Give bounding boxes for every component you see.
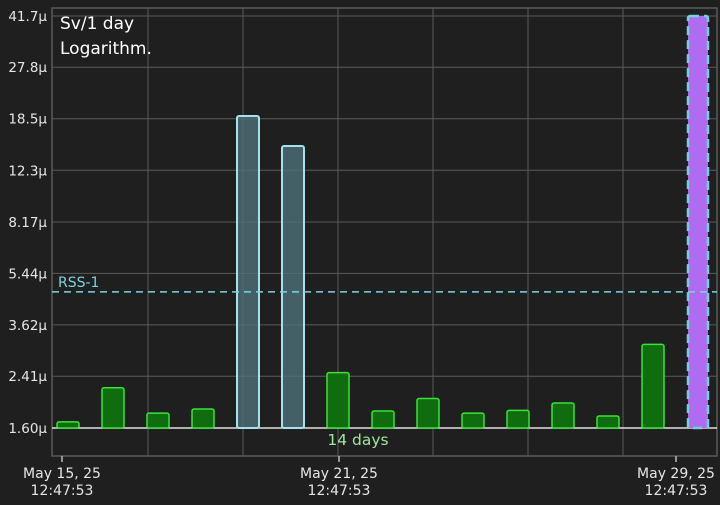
chart: RSS-1 41.7µ 27.8µ 18.5µ 12.3µ 8.17µ 5.44µ 3.62…	[0, 0, 720, 501]
bar	[146, 412, 170, 429]
bar	[101, 387, 125, 429]
x-tick-date: May 21, 25	[300, 466, 378, 482]
y-tick-label: 1.60µ	[8, 421, 47, 437]
plot-frame	[51, 7, 718, 457]
chart-title: Sv/1 day	[60, 14, 135, 34]
chart-subtitle: Logarithm.	[60, 39, 152, 59]
reference-line-label: RSS-1	[58, 275, 99, 291]
bar	[56, 421, 80, 429]
bar	[686, 14, 710, 430]
y-tick-label: 41.7µ	[8, 9, 47, 25]
bar	[371, 410, 395, 429]
y-tick-label: 27.8µ	[8, 60, 47, 76]
y-tick-label: 12.3µ	[8, 163, 47, 179]
bar	[551, 402, 575, 429]
y-tick-label: 3.62µ	[8, 318, 47, 334]
x-tick-date: May 15, 25	[23, 466, 101, 482]
chart-svg: RSS-1 41.7µ 27.8µ 18.5µ 12.3µ 8.17µ 5.44µ 3.62…	[8, 7, 718, 499]
bar	[596, 415, 620, 429]
bar	[461, 412, 485, 429]
x-tick-time: 12:47:53	[31, 483, 94, 499]
bar	[236, 114, 260, 430]
x-tick-time: 12:47:53	[645, 483, 708, 499]
y-tick-label: 5.44µ	[8, 266, 47, 282]
y-tick-label: 18.5µ	[8, 112, 47, 128]
x-tick-time: 12:47:53	[308, 483, 371, 499]
bar	[191, 408, 215, 429]
y-tick-label: 8.17µ	[8, 215, 47, 231]
bar	[506, 409, 530, 429]
bar	[416, 397, 440, 429]
bar	[281, 145, 305, 429]
span-label: 14 days	[327, 431, 388, 449]
bar	[326, 371, 350, 429]
y-tick-label: 2.41µ	[8, 369, 47, 385]
x-tick-date: May 29, 25	[637, 466, 715, 482]
bar	[641, 343, 665, 429]
grid	[51, 7, 718, 457]
